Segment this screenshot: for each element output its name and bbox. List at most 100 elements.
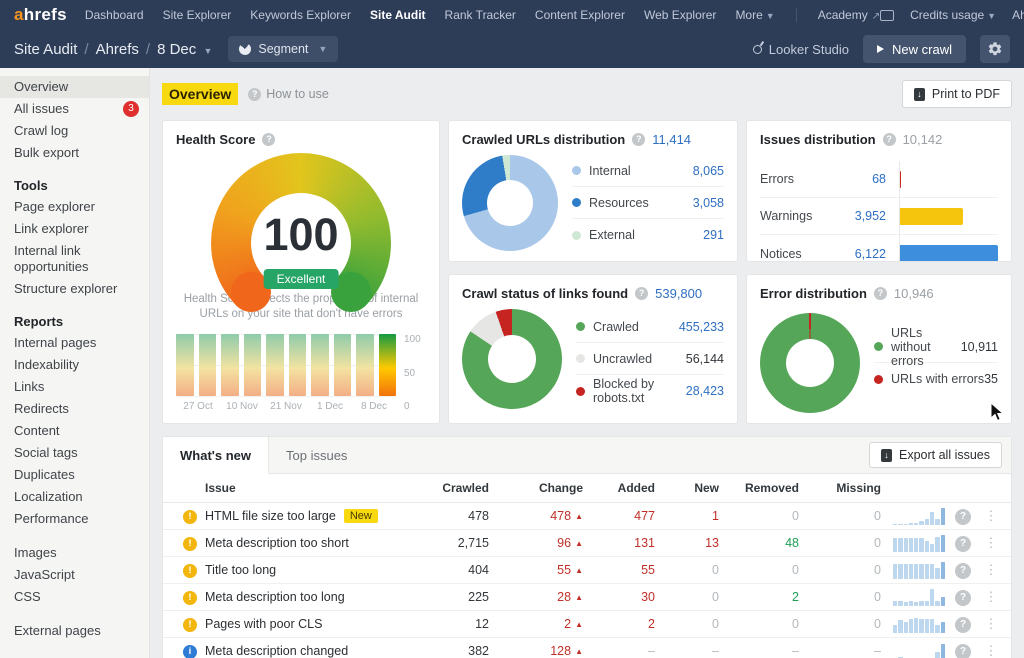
error-distribution-donut-chart[interactable]	[760, 313, 860, 413]
row-menu-icon[interactable]: ⋮	[979, 508, 1003, 524]
row-menu-icon[interactable]: ⋮	[979, 589, 1003, 605]
help-icon[interactable]: ?	[262, 133, 275, 146]
sidebar-item-css[interactable]: CSS	[0, 586, 149, 608]
nav-site-audit[interactable]: Site Audit	[370, 8, 426, 22]
nav-site-explorer[interactable]: Site Explorer	[163, 8, 232, 22]
help-icon[interactable]: ?	[955, 509, 971, 525]
legend-dot	[572, 166, 581, 175]
sidebar-item-overview[interactable]: Overview	[0, 76, 149, 98]
credits-usage-menu[interactable]: Credits usage▼	[910, 8, 996, 22]
errors-count[interactable]: 68	[834, 172, 886, 186]
sidebar-item-crawl-log[interactable]: Crawl log	[0, 120, 149, 142]
issue-link[interactable]: Title too long	[205, 563, 276, 577]
row-menu-icon[interactable]: ⋮	[979, 562, 1003, 578]
how-to-use-link[interactable]: ?How to use	[248, 87, 329, 101]
issue-link[interactable]: HTML file size too large	[205, 509, 336, 523]
sidebar-item-bulk-export[interactable]: Bulk export	[0, 142, 149, 164]
sidebar-item-content[interactable]: Content	[0, 420, 149, 442]
tab-whats-new[interactable]: What's new	[163, 437, 269, 474]
issue-sparkline[interactable]	[893, 562, 945, 579]
col-crawled[interactable]: Crawled	[409, 481, 489, 495]
legend-value[interactable]: 28,423	[686, 384, 724, 398]
print-to-pdf-button[interactable]: Print to PDF	[902, 80, 1012, 108]
segment-button[interactable]: Segment ▼	[228, 36, 338, 62]
crawl-status-donut-chart[interactable]	[462, 309, 562, 409]
nav-content-explorer[interactable]: Content Explorer	[535, 8, 625, 22]
nav-keywords-explorer[interactable]: Keywords Explorer	[250, 8, 351, 22]
breadcrumb-project[interactable]: Ahrefs	[96, 41, 139, 58]
sidebar-item-all-issues[interactable]: All issues3	[0, 98, 149, 120]
row-menu-icon[interactable]: ⋮	[979, 616, 1003, 632]
help-icon[interactable]: ?	[955, 536, 971, 552]
col-issue[interactable]: Issue	[205, 481, 409, 495]
looker-studio-link[interactable]: Looker Studio	[753, 42, 849, 57]
nav-web-explorer[interactable]: Web Explorer	[644, 8, 716, 22]
notices-count[interactable]: 6,122	[834, 247, 886, 261]
crawled-urls-total[interactable]: 11,414	[652, 132, 691, 147]
sidebar-item-indexability[interactable]: Indexability	[0, 354, 149, 376]
col-missing[interactable]: Missing	[799, 481, 881, 495]
help-icon[interactable]: ?	[955, 617, 971, 633]
crawled-urls-donut-chart[interactable]	[462, 155, 558, 251]
issue-sparkline[interactable]	[893, 535, 945, 552]
col-added[interactable]: Added	[583, 481, 655, 495]
legend-value[interactable]: 8,065	[693, 164, 724, 178]
health-score-history-chart[interactable]: 27 Oct 10 Nov 21 Nov 1 Dec 8 Dec 100 50 …	[176, 334, 426, 412]
sidebar-item-localization[interactable]: Localization	[0, 486, 149, 508]
sidebar-item-page-explorer[interactable]: Page explorer	[0, 196, 149, 218]
help-icon[interactable]: ?	[874, 287, 887, 300]
row-menu-icon[interactable]: ⋮	[979, 535, 1003, 551]
issue-sparkline[interactable]	[893, 589, 945, 606]
sidebar-item-internal-pages[interactable]: Internal pages	[0, 332, 149, 354]
nav-more[interactable]: More▼	[735, 8, 774, 22]
issue-sparkline[interactable]	[893, 508, 945, 525]
issue-sparkline[interactable]	[893, 643, 945, 658]
issue-link[interactable]: Meta description too short	[205, 536, 349, 550]
notices-bar[interactable]	[900, 245, 998, 262]
nav-academy[interactable]: Academy↗	[818, 8, 880, 22]
ahrefs-logo[interactable]: ahrefs	[14, 5, 67, 25]
export-all-issues-button[interactable]: Export all issues	[869, 442, 1002, 468]
crawl-date-selector[interactable]: 8 Dec ▼	[157, 41, 212, 58]
help-icon[interactable]: ?	[955, 590, 971, 606]
issue-link[interactable]: Meta description too long	[205, 590, 345, 604]
col-new[interactable]: New	[655, 481, 719, 495]
help-icon[interactable]: ?	[955, 644, 971, 658]
sidebar-item-images[interactable]: Images	[0, 542, 149, 564]
issue-sparkline[interactable]	[893, 616, 945, 633]
legend-value[interactable]: 291	[703, 228, 724, 242]
sidebar-item-external-pages[interactable]: External pages	[0, 620, 149, 642]
nav-dashboard[interactable]: Dashboard	[85, 8, 144, 22]
issue-link[interactable]: Meta description changed	[205, 644, 348, 658]
settings-button[interactable]	[980, 35, 1010, 63]
legend-value[interactable]: 455,233	[679, 320, 724, 334]
new-crawl-button[interactable]: New crawl	[863, 35, 966, 63]
help-icon[interactable]: ?	[955, 563, 971, 579]
nav-rank-tracker[interactable]: Rank Tracker	[445, 8, 516, 22]
col-change[interactable]: Change	[489, 481, 583, 495]
sidebar-item-internal-link-opportunities[interactable]: Internal link opportunities	[0, 240, 149, 278]
sidebar-item-social-tags[interactable]: Social tags	[0, 442, 149, 464]
legend-value[interactable]: 3,058	[693, 196, 724, 210]
issue-link[interactable]: Pages with poor CLS	[205, 617, 322, 631]
sidebar-item-javascript[interactable]: JavaScript	[0, 564, 149, 586]
sidebar-item-links[interactable]: Links	[0, 376, 149, 398]
warnings-bar[interactable]	[900, 208, 963, 225]
tab-top-issues[interactable]: Top issues	[269, 437, 364, 474]
breadcrumb-site-audit[interactable]: Site Audit	[14, 41, 77, 58]
warnings-count[interactable]: 3,952	[834, 209, 886, 223]
sidebar-item-link-explorer[interactable]: Link explorer	[0, 218, 149, 240]
links-found-total[interactable]: 539,800	[655, 286, 702, 301]
row-menu-icon[interactable]: ⋮	[979, 643, 1003, 658]
help-icon[interactable]: ?	[632, 133, 645, 146]
sidebar-item-redirects[interactable]: Redirects	[0, 398, 149, 420]
display-icon[interactable]	[880, 10, 894, 21]
help-icon[interactable]: ?	[635, 287, 648, 300]
sidebar-item-performance[interactable]: Performance	[0, 508, 149, 530]
col-removed[interactable]: Removed	[719, 481, 799, 495]
account-menu[interactable]: Ahrefs Enterprise▼	[1012, 8, 1024, 22]
sidebar-item-duplicates[interactable]: Duplicates	[0, 464, 149, 486]
sidebar-item-structure-explorer[interactable]: Structure explorer	[0, 278, 149, 300]
help-icon[interactable]: ?	[883, 133, 896, 146]
errors-bar[interactable]	[900, 171, 901, 188]
